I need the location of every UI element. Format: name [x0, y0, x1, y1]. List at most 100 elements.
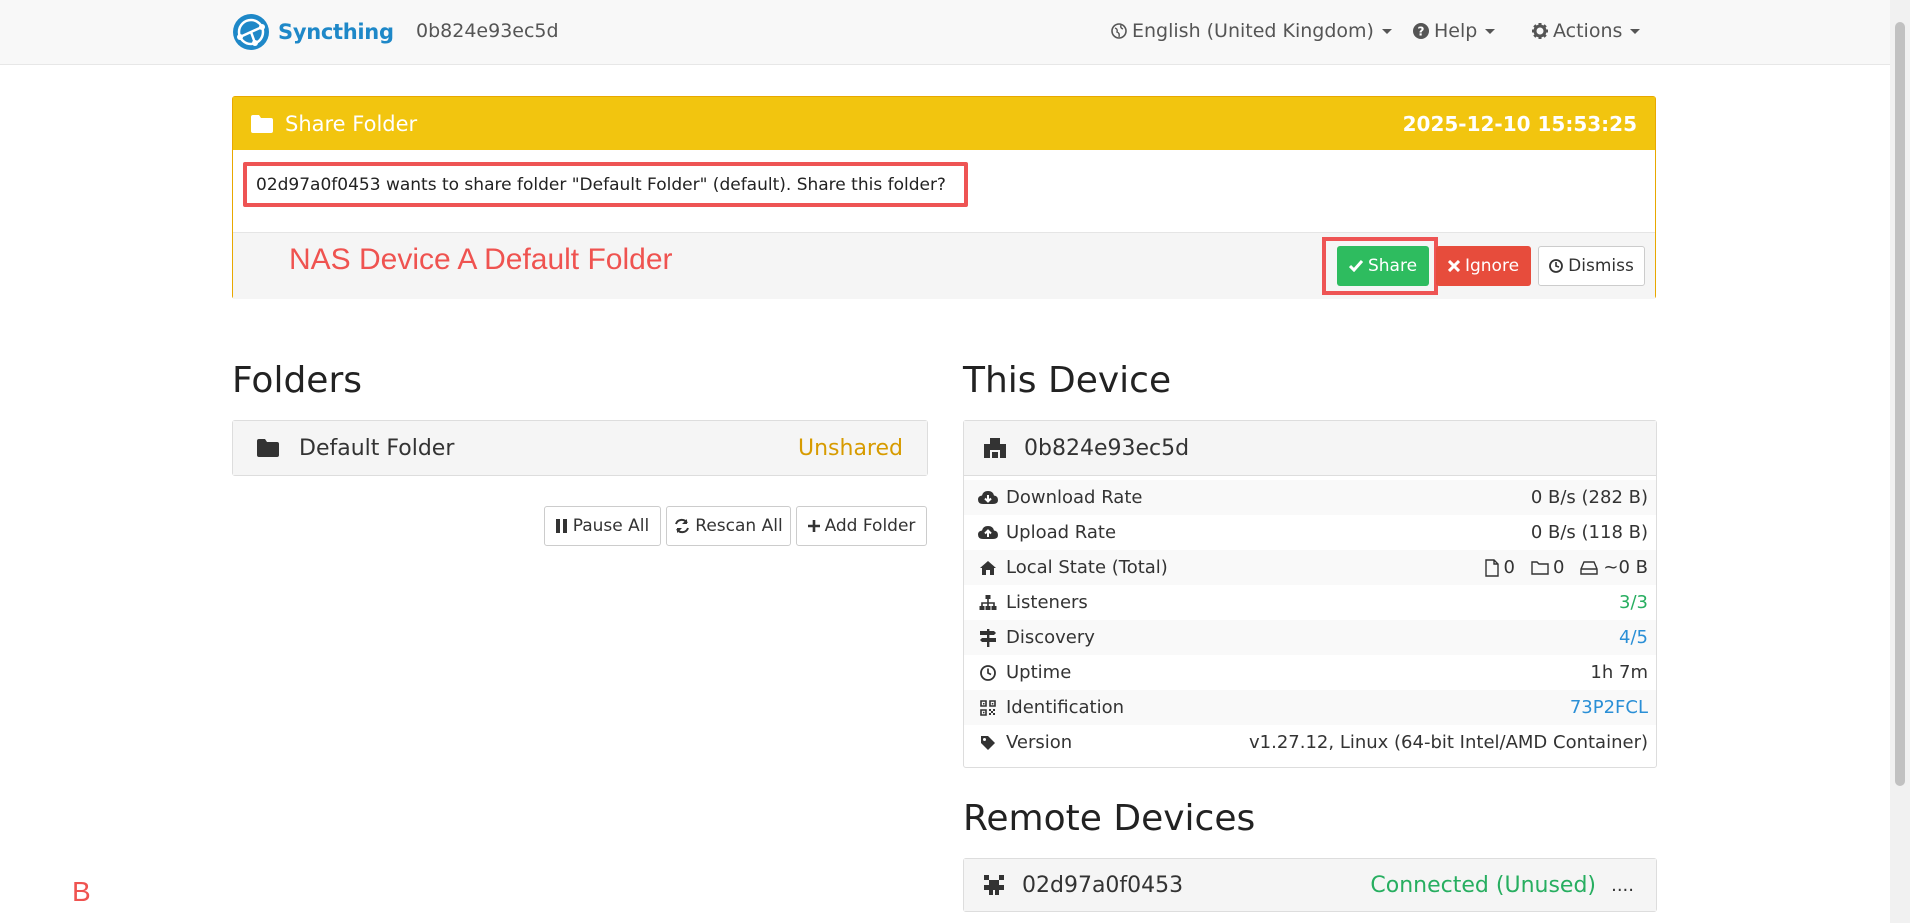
local-state-values: 0 0 ~0 B: [1485, 557, 1648, 578]
ignore-button[interactable]: Ignore: [1436, 246, 1531, 286]
device-row-local-state: Local State (Total) 0 0 ~0 B: [964, 550, 1656, 585]
notice-timestamp: 2025-12-10 15:53:25: [1402, 111, 1637, 136]
row-label: Upload Rate: [1006, 522, 1117, 543]
discovery-value[interactable]: 4/5: [1619, 627, 1648, 648]
signpost-icon: [980, 628, 996, 647]
syncthing-logo-icon: [233, 14, 269, 50]
tag-icon: [981, 735, 995, 750]
this-device-header[interactable]: 0b824e93ec5d: [964, 421, 1656, 476]
dismiss-button[interactable]: Dismiss: [1538, 246, 1645, 286]
question-circle-icon: ?: [1413, 23, 1429, 39]
folder-open-icon: [1531, 561, 1549, 575]
local-size: ~0 B: [1603, 557, 1648, 578]
remote-device-name: 02d97a0f0453: [1022, 872, 1184, 898]
svg-text:?: ?: [1418, 25, 1425, 39]
this-device-heading: This Device: [963, 360, 1172, 401]
remote-device-header[interactable]: 02d97a0f0453 Connected (Unused) ....: [964, 859, 1656, 911]
help-label: Help: [1434, 20, 1478, 42]
language-label: English (United Kingdom): [1132, 20, 1374, 42]
annotation-b: B: [72, 876, 91, 907]
chevron-down-icon: [1485, 28, 1496, 34]
add-folder-label: Add Folder: [824, 516, 916, 536]
share-folder-notice: Share Folder 2025-12-10 15:53:25 02d97a0…: [232, 96, 1656, 299]
folder-icon: [251, 114, 273, 133]
rescan-all-label: Rescan All: [695, 516, 783, 536]
nav-device-name: 0b824e93ec5d: [416, 20, 559, 42]
device-stats: Download Rate 0 B/s (282 B) Upload Rate …: [964, 476, 1656, 764]
row-label: Identification: [1006, 697, 1125, 718]
scrollbar-thumb[interactable]: [1895, 22, 1905, 786]
clock-icon: [1549, 259, 1564, 273]
notice-message: 02d97a0f0453 wants to share folder "Defa…: [243, 162, 968, 207]
brand-logo[interactable]: Syncthing: [232, 12, 394, 52]
globe-icon: [1111, 23, 1127, 39]
pause-all-button[interactable]: Pause All: [544, 506, 661, 546]
rescan-all-button[interactable]: Rescan All: [666, 506, 791, 546]
folder-panel[interactable]: Default Folder Unshared: [232, 420, 928, 476]
sitemap-icon: [979, 594, 997, 610]
device-identicon-icon: [984, 875, 1004, 895]
help-menu[interactable]: ? Help: [1413, 20, 1496, 42]
add-folder-button[interactable]: Add Folder: [796, 506, 927, 546]
clock-icon: [980, 664, 996, 681]
device-row-identification: Identification 73P2FCL: [964, 690, 1656, 725]
local-dirs-count: 0: [1552, 557, 1565, 578]
share-button[interactable]: Share: [1337, 246, 1429, 286]
device-row-uptime: Uptime 1h 7m: [964, 655, 1656, 690]
local-files-count: 0: [1503, 557, 1515, 578]
qrcode-icon: [980, 699, 996, 716]
cloud-download-icon: [978, 490, 998, 504]
notice-footer: NAS Device A Default Folder Share Ignore…: [233, 233, 1655, 299]
more-indicator: ....: [1611, 874, 1634, 896]
folder-header[interactable]: Default Folder Unshared: [233, 421, 927, 475]
row-label: Download Rate: [1006, 487, 1143, 508]
pause-all-label: Pause All: [572, 516, 650, 536]
device-row-version: Version v1.27.12, Linux (64-bit Intel/AM…: [964, 725, 1656, 760]
plus-icon: [807, 520, 820, 532]
page-scrollbar[interactable]: [1890, 0, 1910, 923]
folder-icon: [257, 439, 279, 457]
ignore-button-label: Ignore: [1464, 256, 1520, 276]
folder-status: Unshared: [798, 435, 903, 461]
this-device-name: 0b824e93ec5d: [1024, 435, 1190, 461]
device-identicon-icon: [984, 438, 1006, 458]
device-row-discovery: Discovery 4/5: [964, 620, 1656, 655]
this-device-panel: 0b824e93ec5d Download Rate 0 B/s (282 B)…: [963, 420, 1657, 768]
cloud-upload-icon: [978, 525, 998, 539]
notice-body: 02d97a0f0453 wants to share folder "Defa…: [233, 150, 1655, 233]
row-value: 0 B/s (282 B): [1530, 487, 1648, 508]
row-label: Local State (Total): [1006, 557, 1168, 578]
folders-heading: Folders: [232, 360, 363, 401]
file-icon: [1485, 558, 1500, 577]
remote-devices-heading: Remote Devices: [963, 798, 1256, 839]
row-label: Uptime: [1006, 662, 1072, 683]
brand-name: Syncthing: [278, 20, 394, 44]
language-menu[interactable]: English (United Kingdom): [1111, 20, 1392, 42]
uptime-value: 1h 7m: [1590, 662, 1648, 683]
actions-menu[interactable]: Actions: [1532, 20, 1641, 42]
folder-name: Default Folder: [299, 435, 455, 461]
times-icon: [1447, 260, 1460, 272]
chevron-down-icon: [1381, 28, 1392, 34]
pause-icon: [555, 519, 567, 533]
device-row-listeners: Listeners 3/3: [964, 585, 1656, 620]
chevron-down-icon: [1630, 28, 1641, 34]
identification-link[interactable]: 73P2FCL: [1570, 697, 1648, 718]
notice-header: Share Folder 2025-12-10 15:53:25: [233, 97, 1655, 150]
annotation-label: NAS Device A Default Folder: [289, 243, 673, 276]
row-label: Listeners: [1006, 592, 1088, 613]
device-row-upload-rate: Upload Rate 0 B/s (118 B): [964, 515, 1656, 550]
refresh-icon: [675, 518, 690, 534]
actions-label: Actions: [1553, 20, 1623, 42]
notice-title: Share Folder: [285, 111, 418, 136]
share-button-label: Share: [1367, 256, 1418, 276]
navbar: Syncthing 0b824e93ec5d English (United K…: [0, 0, 1890, 65]
remote-device-panel[interactable]: 02d97a0f0453 Connected (Unused) ....: [963, 858, 1657, 912]
row-label: Discovery: [1006, 627, 1095, 648]
home-icon: [980, 560, 996, 575]
listeners-value[interactable]: 3/3: [1619, 592, 1648, 613]
hdd-icon: [1580, 560, 1599, 575]
remote-device-status: Connected (Unused): [1370, 872, 1596, 898]
gear-icon: [1532, 23, 1548, 39]
row-value: 0 B/s (118 B): [1530, 522, 1648, 543]
